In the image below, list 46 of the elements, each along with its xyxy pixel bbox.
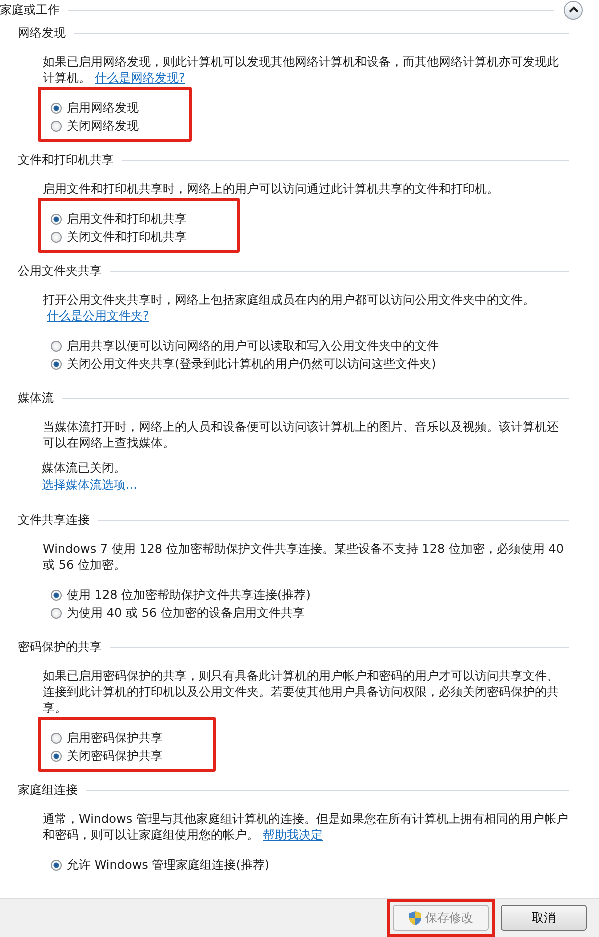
radio-button[interactable]: [51, 232, 62, 242]
radio-button[interactable]: [51, 750, 62, 762]
section-title: 网络发现: [18, 25, 66, 41]
description: Windows 7 使用 128 位加密帮助保护文件共享连接。某些设备不支持 128 位加密，必须使用 40 或 56 位加密。: [43, 541, 565, 573]
radio-label[interactable]: 关闭公用文件夹共享(登录到此计算机的用户仍然可以访问这些文件夹): [67, 356, 436, 372]
radio-label[interactable]: 启用网络发现: [67, 100, 139, 116]
group-title: 家庭或工作: [0, 2, 60, 18]
radio-label[interactable]: 启用共享以便可以访问网络的用户可以读取和写入公用文件夹中的文件: [67, 338, 439, 354]
section-title: 媒体流: [18, 390, 54, 406]
section-title: 文件和打印机共享: [18, 152, 114, 168]
radio-label[interactable]: 使用 128 位加密帮助保护文件共享连接(推荐): [67, 587, 311, 603]
radio-label[interactable]: 为使用 40 或 56 位加密的设备启用文件共享: [67, 605, 305, 621]
help-link[interactable]: 什么是公用文件夹?: [47, 309, 150, 323]
description: 启用文件和打印机共享时，网络上的用户可以访问通过此计算机共享的文件和打印机。: [43, 181, 500, 197]
radio-label[interactable]: 关闭网络发现: [67, 118, 139, 134]
radio-label[interactable]: 允许 Windows 管理家庭组连接(推荐): [67, 857, 270, 873]
radio-label[interactable]: 启用文件和打印机共享: [67, 211, 187, 227]
radio-label[interactable]: 关闭密码保护共享: [67, 748, 163, 764]
description: 如果已启用密码保护的共享，则只有具备此计算机的用户帐户和密码的用户才可以访问共享文件、连接到此计算机的打印机以及公用文件夹。若要使其他用户具备访问权限，必须关闭密码保护的共享。: [43, 668, 560, 716]
chevron-up-icon: [568, 6, 578, 14]
help-link[interactable]: 帮助我决定: [263, 828, 323, 842]
status-text: 媒体流已关闭。: [42, 460, 127, 477]
section-title: 文件共享连接: [18, 512, 90, 528]
radio-button[interactable]: [51, 358, 62, 370]
radio-button[interactable]: [51, 608, 62, 618]
radio-button[interactable]: [51, 340, 62, 352]
description: 通常，Windows 管理与其他家庭组计算机的连接。但是如果您在所有计算机上拥有相同的用户帐户和密码，则可以让家庭组使用您的帐户。 帮助我决定: [43, 811, 569, 843]
help-link[interactable]: 什么是网络发现?: [95, 71, 186, 85]
radio-button[interactable]: [51, 590, 62, 600]
radio-button[interactable]: [51, 214, 62, 224]
section-title: 公用文件夹共享: [18, 263, 102, 279]
radio-button[interactable]: [51, 120, 62, 132]
section-title: 密码保护的共享: [18, 639, 102, 655]
radio-button[interactable]: [51, 732, 62, 744]
section-title: 家庭组连接: [18, 782, 78, 798]
options-link[interactable]: 选择媒体流选项...: [42, 477, 138, 493]
cancel-button[interactable]: 取消: [501, 905, 587, 931]
description: 打开公用文件夹共享时，网络上包括家庭组成员在内的用户都可以访问公用文件夹中的文件。 什么是公用文件夹?: [43, 292, 536, 324]
description: 当媒体流打开时，网络上的人员和设备便可以访问该计算机上的图片、音乐以及视频。该计算机还可以在网络上查找媒体。: [43, 419, 560, 451]
radio-button[interactable]: [51, 102, 62, 114]
shield-icon: [408, 910, 422, 926]
collapse-button[interactable]: [564, 0, 583, 20]
description: 如果已启用网络发现，则此计算机可以发现其他网络计算机和设备，而其他网络计算机亦可发现此计算机。 什么是网络发现?: [43, 54, 560, 86]
radio-button[interactable]: [51, 860, 62, 870]
radio-label[interactable]: 启用密码保护共享: [67, 730, 163, 746]
radio-label[interactable]: 关闭文件和打印机共享: [67, 229, 187, 245]
